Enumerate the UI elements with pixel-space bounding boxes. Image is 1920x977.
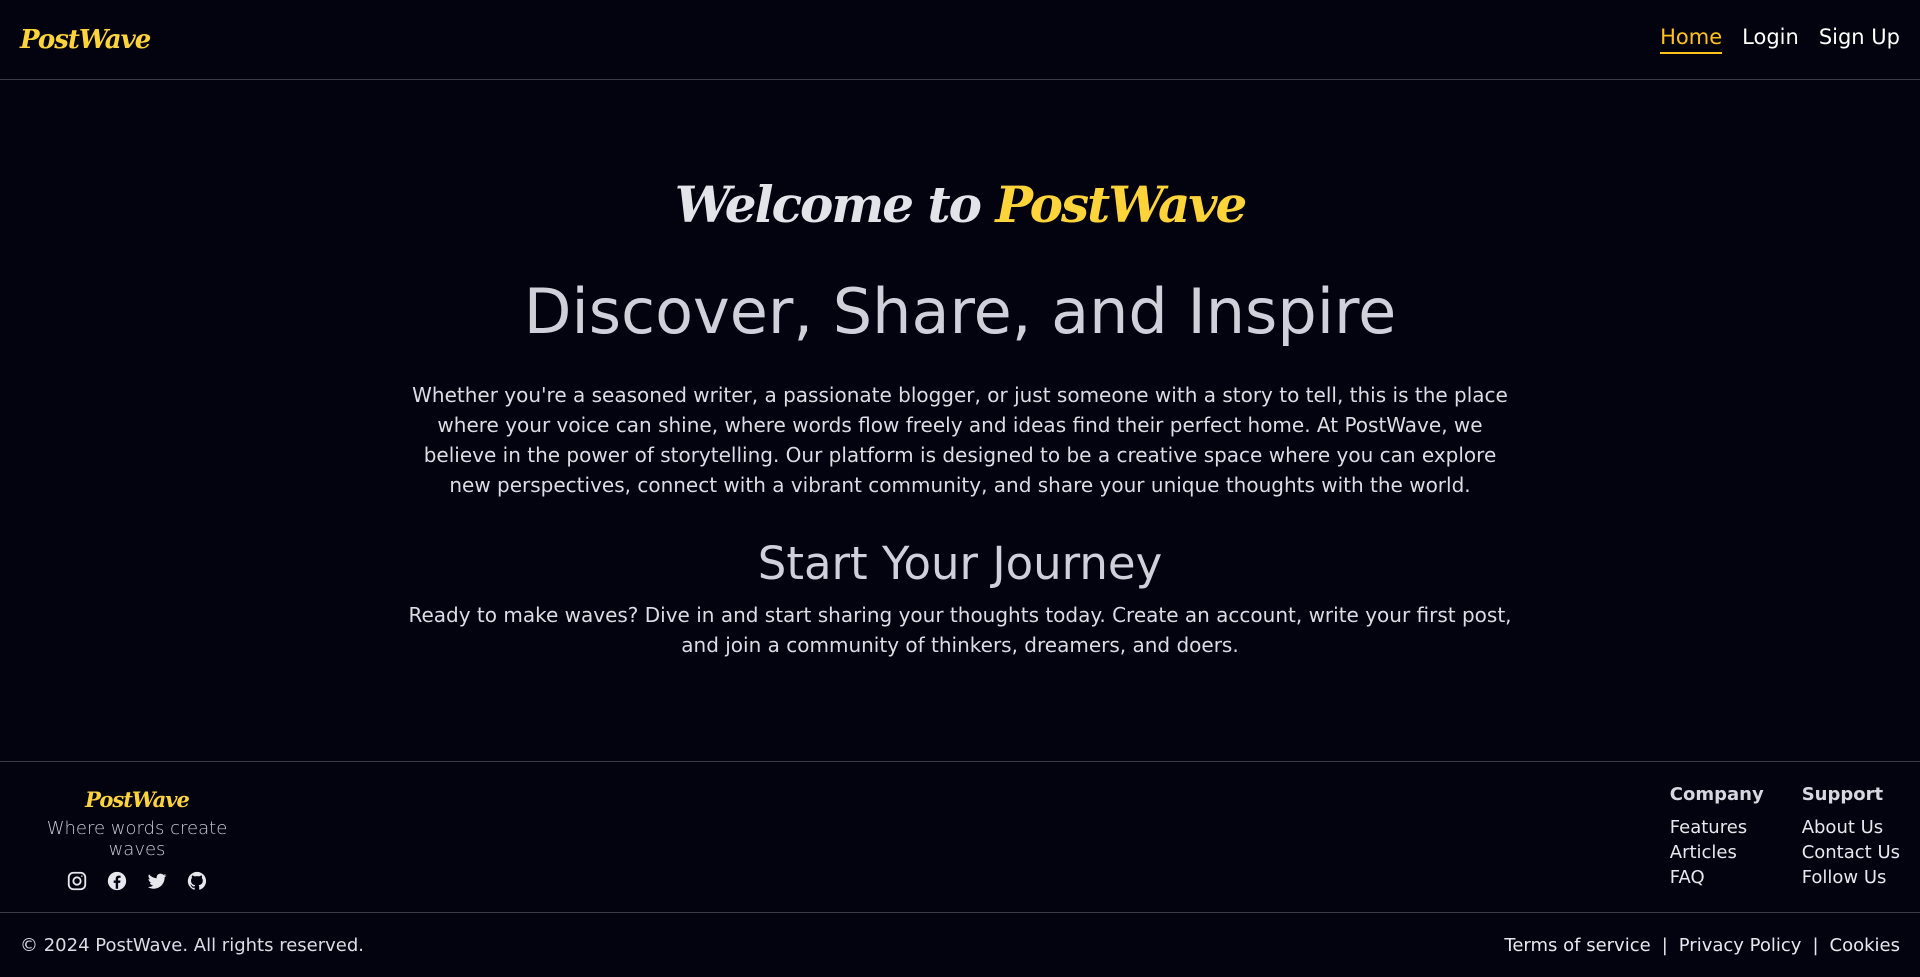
logo[interactable]: PostWave: [20, 25, 151, 55]
footer-logo: PostWave: [85, 787, 190, 812]
legal-separator: |: [1661, 934, 1668, 956]
footer-bottom-bar: © 2024 PostWave. All rights reserved. Te…: [0, 912, 1920, 977]
company-column-title: Company: [1669, 784, 1764, 805]
features-link[interactable]: Features: [1670, 815, 1764, 840]
contact-us-link[interactable]: Contact Us: [1802, 840, 1900, 865]
articles-link[interactable]: Articles: [1670, 840, 1764, 865]
hero-headline: Discover, Share, and Inspire: [523, 275, 1397, 348]
legal-links: Terms of service | Privacy Policy | Cook…: [1504, 935, 1900, 956]
copyright-text: © 2024 PostWave. All rights reserved.: [20, 934, 364, 956]
instagram-icon[interactable]: [66, 870, 88, 892]
footer: PostWave Where words create waves Compan…: [0, 761, 1920, 913]
social-links: [20, 870, 254, 892]
nav-links: Home Login Sign Up: [1660, 25, 1900, 54]
company-column: Company Features Articles FAQ: [1670, 784, 1764, 890]
privacy-link[interactable]: Privacy Policy: [1679, 935, 1802, 956]
footer-tagline: Where words create waves: [46, 818, 228, 860]
welcome-title: Welcome to PostWave: [0, 175, 1920, 234]
legal-separator: |: [1812, 934, 1819, 956]
hero-intro-text: Whether you're a seasoned writer, a pass…: [412, 383, 1508, 497]
nav-home-link[interactable]: Home: [1660, 25, 1723, 54]
journey-title: Start Your Journey: [757, 537, 1163, 590]
twitter-icon[interactable]: [146, 870, 168, 892]
follow-us-link[interactable]: Follow Us: [1802, 865, 1900, 890]
support-column: Support About Us Contact Us Follow Us: [1802, 784, 1900, 890]
hero-section: Welcome to PostWave Discover, Share, and…: [0, 80, 1920, 761]
about-us-link[interactable]: About Us: [1802, 815, 1900, 840]
facebook-icon[interactable]: [106, 870, 128, 892]
nav-login-link[interactable]: Login: [1742, 25, 1799, 54]
faq-link[interactable]: FAQ: [1670, 865, 1764, 890]
support-column-title: Support: [1801, 784, 1884, 805]
terms-link[interactable]: Terms of service: [1504, 935, 1650, 956]
cookies-link[interactable]: Cookies: [1830, 935, 1900, 956]
welcome-brand: PostWave: [995, 175, 1247, 234]
github-icon[interactable]: [186, 870, 208, 892]
navbar: PostWave Home Login Sign Up: [0, 0, 1920, 80]
journey-text: Ready to make waves? Dive in and start s…: [408, 603, 1512, 657]
footer-columns: Company Features Articles FAQ Support Ab…: [1670, 784, 1900, 890]
welcome-prefix: Welcome to: [674, 175, 982, 234]
footer-brand: PostWave Where words create waves: [20, 787, 254, 892]
nav-signup-link[interactable]: Sign Up: [1819, 25, 1900, 54]
